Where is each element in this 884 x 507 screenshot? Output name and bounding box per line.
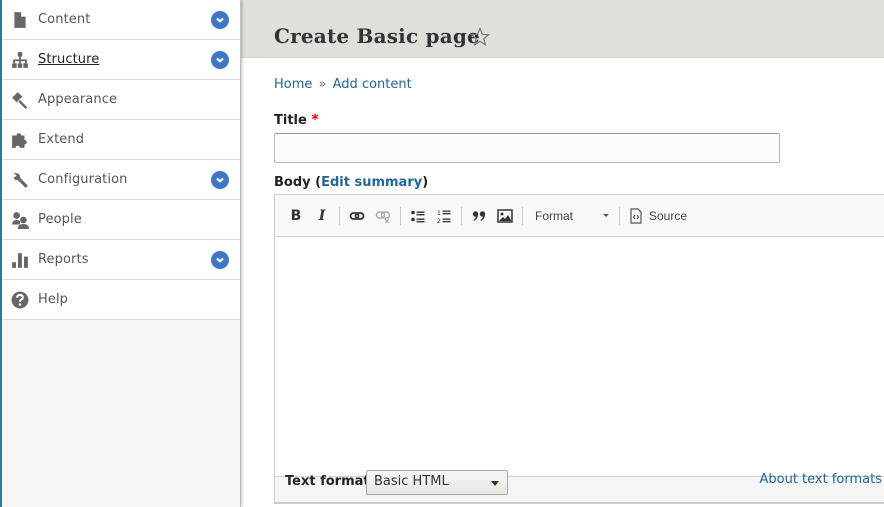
format-dropdown-label: Format bbox=[535, 208, 574, 223]
sidebar-item-label: Appearance bbox=[38, 92, 118, 107]
unlink-button[interactable] bbox=[370, 203, 396, 229]
image-icon bbox=[497, 208, 513, 223]
numbered-list-button[interactable]: 12 bbox=[431, 203, 457, 229]
bar-chart-icon bbox=[10, 250, 30, 270]
svg-text:1: 1 bbox=[437, 210, 441, 217]
breadcrumb: Home » Add content bbox=[274, 77, 412, 92]
about-text-formats-link[interactable]: About text formats bbox=[759, 472, 882, 487]
sidebar-item-label: People bbox=[38, 212, 82, 227]
breadcrumb-add-content-link[interactable]: Add content bbox=[333, 77, 412, 92]
sidebar-item-structure[interactable]: Structure bbox=[2, 40, 240, 80]
unlink-icon bbox=[375, 210, 391, 223]
chevron-down-icon[interactable] bbox=[211, 171, 229, 189]
body-rich-text-editor: B I 12 Format Source bbox=[274, 194, 884, 504]
toolbar-separator bbox=[522, 206, 523, 225]
page-header: Create Basic page bbox=[241, 0, 884, 58]
sidebar-item-reports[interactable]: Reports bbox=[2, 240, 240, 280]
text-format-select[interactable]: Basic HTML bbox=[366, 470, 508, 495]
svg-text:2: 2 bbox=[437, 218, 441, 224]
link-icon bbox=[349, 211, 365, 220]
italic-button[interactable]: I bbox=[309, 203, 335, 229]
dropdown-arrow-icon bbox=[491, 481, 499, 486]
star-outline-icon[interactable] bbox=[469, 26, 491, 47]
title-label-text: Title bbox=[274, 113, 307, 128]
main-content: Home » Add content Title * Body (Edit su… bbox=[241, 59, 884, 507]
editor-toolbar: B I 12 Format Source bbox=[275, 195, 884, 237]
caret-down-icon bbox=[603, 214, 609, 217]
quote-icon bbox=[472, 210, 486, 221]
sitemap-icon bbox=[10, 50, 30, 70]
edit-summary-link[interactable]: Edit summary bbox=[321, 175, 422, 190]
editor-content-area[interactable] bbox=[275, 237, 884, 437]
paintbrush-icon bbox=[10, 90, 30, 110]
help-icon bbox=[10, 290, 30, 310]
text-format-label: Text format bbox=[285, 474, 370, 489]
link-button[interactable] bbox=[344, 203, 370, 229]
image-button[interactable] bbox=[492, 203, 518, 229]
sidebar-item-label: Extend bbox=[38, 132, 85, 147]
sidebar-item-label: Help bbox=[38, 292, 69, 307]
text-format-wrapper: Text format Basic HTML About text format… bbox=[274, 463, 884, 503]
breadcrumb-home-link[interactable]: Home bbox=[274, 77, 312, 92]
page-title: Create Basic page bbox=[274, 24, 480, 48]
chevron-down-icon[interactable] bbox=[211, 251, 229, 269]
sidebar-item-people[interactable]: People bbox=[2, 200, 240, 240]
bulleted-list-button[interactable] bbox=[405, 203, 431, 229]
file-icon bbox=[10, 10, 30, 30]
sidebar-item-label: Content bbox=[38, 12, 91, 27]
people-icon bbox=[10, 210, 30, 230]
toolbar-separator bbox=[461, 206, 462, 225]
source-icon bbox=[630, 207, 642, 224]
toolbar-separator bbox=[400, 206, 401, 225]
blockquote-button[interactable] bbox=[466, 203, 492, 229]
source-button-label: Source bbox=[649, 208, 688, 223]
text-format-selected-value: Basic HTML bbox=[374, 474, 449, 489]
puzzle-icon bbox=[10, 130, 30, 150]
sidebar-item-extend[interactable]: Extend bbox=[2, 120, 240, 160]
toolbar-separator bbox=[619, 206, 620, 225]
format-dropdown[interactable]: Format bbox=[527, 203, 615, 229]
title-field-label: Title * bbox=[274, 112, 319, 128]
source-button[interactable]: Source bbox=[624, 203, 691, 229]
sidebar-item-content[interactable]: Content bbox=[2, 0, 240, 40]
body-label-suffix: ) bbox=[422, 175, 429, 190]
wrench-icon bbox=[10, 170, 30, 190]
admin-sidebar: Content Structure Appearance Extend Conf… bbox=[0, 0, 241, 507]
toolbar-separator bbox=[339, 206, 340, 225]
numbered-list-icon: 12 bbox=[437, 210, 451, 224]
sidebar-item-appearance[interactable]: Appearance bbox=[2, 80, 240, 120]
chevron-down-icon[interactable] bbox=[211, 51, 229, 69]
sidebar-item-configuration[interactable]: Configuration bbox=[2, 160, 240, 200]
sidebar-item-help[interactable]: Help bbox=[2, 280, 240, 320]
sidebar-item-label: Structure bbox=[38, 52, 100, 67]
sidebar-item-label: Reports bbox=[38, 252, 89, 267]
sidebar-item-label: Configuration bbox=[38, 172, 128, 187]
bold-button[interactable]: B bbox=[283, 203, 309, 229]
body-field-label: Body (Edit summary) bbox=[274, 175, 428, 190]
title-input[interactable] bbox=[274, 133, 780, 163]
chevron-down-icon[interactable] bbox=[211, 11, 229, 29]
body-label-prefix: Body ( bbox=[274, 175, 322, 190]
required-marker: * bbox=[311, 112, 319, 128]
bulleted-list-icon bbox=[411, 210, 425, 222]
breadcrumb-separator: » bbox=[318, 77, 327, 92]
